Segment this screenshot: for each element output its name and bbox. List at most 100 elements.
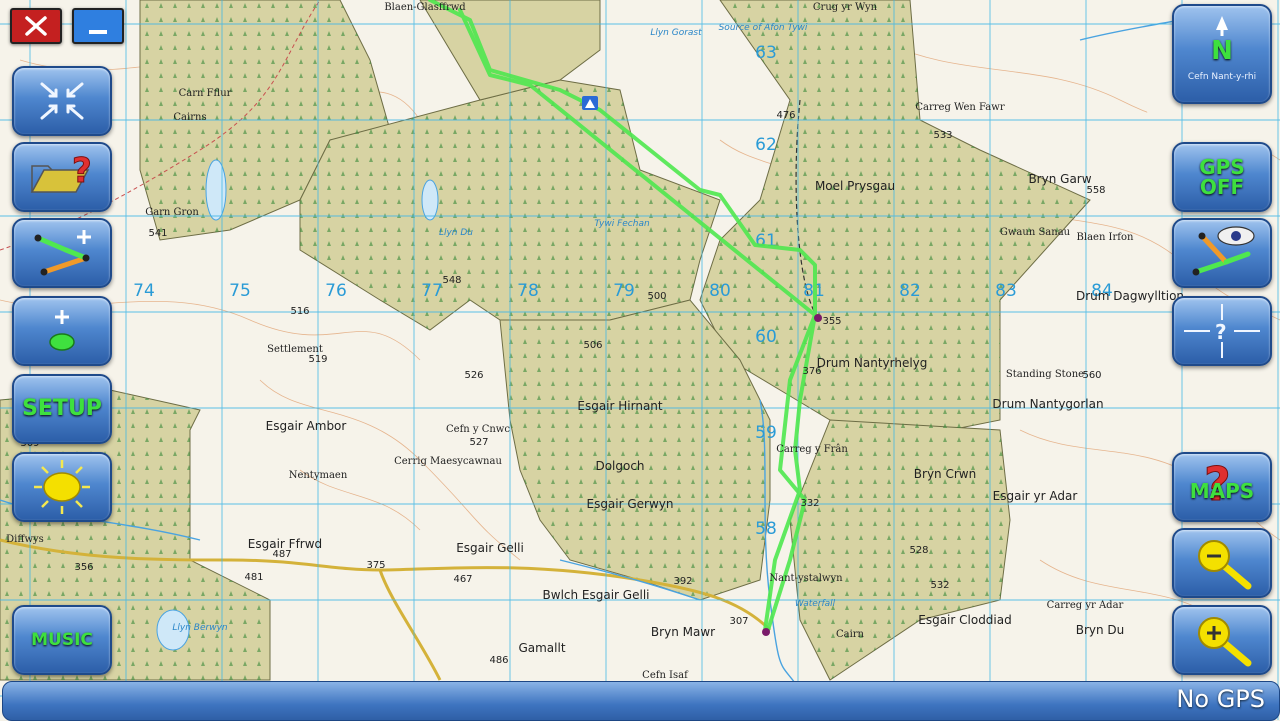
- grid-easting-label: 83: [995, 281, 1017, 301]
- gps-toggle-line1: GPS: [1199, 155, 1245, 179]
- campsite-marker[interactable]: [582, 96, 598, 110]
- magnifier-plus-icon: [1198, 617, 1252, 667]
- place-label: Carreg yr Adar: [1047, 600, 1124, 611]
- place-label: Carreg y Frân: [776, 444, 848, 455]
- place-label: Diffwys: [6, 534, 44, 545]
- zoom-in-button[interactable]: [1172, 605, 1272, 675]
- spot-height: 356: [74, 562, 93, 573]
- spot-height: 548: [442, 275, 461, 286]
- place-label: Drum Nantyrhelyg: [817, 356, 928, 370]
- place-label: Esgair Gerwyn: [586, 497, 673, 511]
- grid-easting-label: 82: [899, 281, 921, 301]
- folder-question-icon: ?: [30, 151, 92, 193]
- compass-north-label: N: [1211, 36, 1233, 66]
- collapse-arrows-icon: [40, 82, 84, 120]
- route-waypoint[interactable]: [762, 628, 770, 636]
- grid-northing-label: 59: [755, 423, 777, 443]
- place-label: Standing Stone: [1006, 369, 1084, 380]
- spot-height: 307: [729, 616, 748, 627]
- place-label: Llyn Gorast: [650, 28, 702, 38]
- compass-button[interactable]: N Cefn Nant-y-rhi: [1172, 4, 1272, 104]
- grid-northing-label: 62: [755, 135, 777, 155]
- place-label: Moel Prysgau: [815, 179, 895, 193]
- spot-height: 560: [1082, 370, 1101, 381]
- gps-status-text: No GPS: [1176, 685, 1265, 713]
- svg-text:?: ?: [1215, 320, 1227, 344]
- place-label: Cefn Isaf: [642, 670, 689, 681]
- spot-height: 527: [469, 437, 488, 448]
- place-label: Nant-ystalwyn: [769, 573, 843, 584]
- place-label: Nentymaen: [289, 470, 348, 481]
- add-route-button[interactable]: [12, 218, 112, 288]
- grid-easting-label: 80: [709, 281, 731, 301]
- topographic-map[interactable]: 74 75 76 77 78 79 80 81 82 83 84 636261605958 Blae…: [0, 0, 1280, 720]
- place-label: Esgair yr Adar: [993, 489, 1078, 503]
- music-button[interactable]: MUSIC: [12, 605, 112, 675]
- place-label: Gamallt: [518, 641, 565, 655]
- grid-easting-label: 76: [325, 281, 347, 301]
- place-label: Bryn Du: [1076, 623, 1125, 637]
- svg-text:?: ?: [72, 151, 92, 191]
- place-label: Blaen Irfon: [1077, 232, 1134, 243]
- place-label: Esgair Hirnant: [577, 399, 663, 413]
- place-label: Esgair Gelli: [456, 541, 524, 555]
- zoom-out-button[interactable]: [1172, 528, 1272, 598]
- view-route-button[interactable]: [1172, 218, 1272, 288]
- maps-label: MAPS: [1189, 479, 1255, 503]
- spot-height: 558: [1086, 185, 1105, 196]
- place-label: Llyn Berwyn: [172, 623, 228, 633]
- place-label: Bryn Garw: [1028, 172, 1091, 186]
- fullscreen-button[interactable]: [12, 66, 112, 136]
- place-label: Gwaun Sanau: [1000, 227, 1071, 238]
- minimize-button[interactable]: [72, 8, 124, 44]
- spot-height: 467: [453, 574, 472, 585]
- setup-label: SETUP: [22, 396, 102, 421]
- place-label: Cerrig Maesycawnau: [394, 456, 502, 467]
- spot-height: 376: [802, 366, 821, 377]
- spot-height: 487: [272, 549, 291, 560]
- place-label: Esgair Ambor: [266, 419, 347, 433]
- gps-toggle-button[interactable]: GPS OFF: [1172, 142, 1272, 212]
- gps-toggle-line2: OFF: [1199, 175, 1245, 199]
- place-label: Crug yr Wyn: [813, 2, 878, 13]
- music-label: MUSIC: [31, 629, 93, 650]
- place-label: Bryn Crwn: [914, 467, 976, 481]
- magnifier-minus-icon: [1198, 540, 1252, 590]
- spot-height: 526: [464, 370, 483, 381]
- sun-icon: [34, 460, 90, 514]
- locate-button[interactable]: ?: [1172, 296, 1272, 366]
- open-map-button[interactable]: ?: [12, 142, 112, 212]
- grid-northing-label: 60: [755, 327, 777, 347]
- spot-height: 332: [800, 498, 819, 509]
- compass-place-label: Cefn Nant-y-rhi: [1187, 72, 1257, 82]
- place-label: Drum Dagwylltion: [1076, 289, 1184, 303]
- waypoint-plus-icon: [49, 310, 75, 351]
- place-label: Carn Fflur: [179, 88, 232, 99]
- status-bar: No GPS: [2, 681, 1280, 721]
- place-label: Carreg Wen Fawr: [915, 102, 1004, 113]
- close-button[interactable]: [10, 8, 62, 44]
- spot-height: 533: [933, 130, 952, 141]
- crosshair-question-icon: ?: [1184, 304, 1260, 358]
- grid-easting-label: 74: [133, 281, 155, 301]
- spot-height: 476: [776, 110, 795, 121]
- grid-easting-label: 78: [517, 281, 539, 301]
- brightness-button[interactable]: [12, 452, 112, 522]
- grid-northing-label: 58: [755, 519, 777, 539]
- add-waypoint-button[interactable]: [12, 296, 112, 366]
- place-label: Cefn y Cnwc: [446, 424, 510, 435]
- place-label: Garn Gron: [145, 207, 199, 218]
- route-waypoint[interactable]: [814, 314, 822, 322]
- place-label: Dolgoch: [595, 459, 644, 473]
- place-label: Drum Nantygorlan: [992, 397, 1103, 411]
- spot-height: 506: [583, 340, 602, 351]
- maps-button[interactable]: ? MAPS: [1172, 452, 1272, 522]
- place-label: Cairns: [173, 112, 206, 123]
- route-plus-icon: [34, 230, 91, 276]
- spot-height: 392: [673, 576, 692, 587]
- place-label: Esgair Cloddiad: [918, 613, 1011, 627]
- setup-button[interactable]: SETUP: [12, 374, 112, 444]
- spot-height: 486: [489, 655, 508, 666]
- spot-height: 355: [822, 316, 841, 327]
- close-x-icon: [25, 16, 47, 36]
